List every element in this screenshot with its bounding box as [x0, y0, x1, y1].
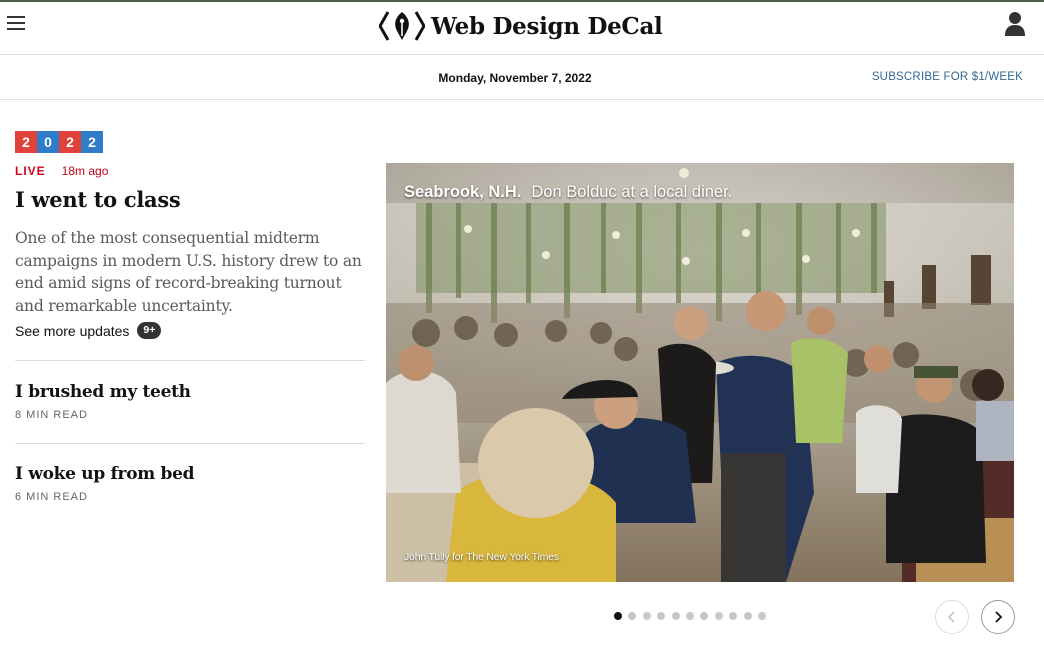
- carousel-dot[interactable]: [685, 612, 694, 620]
- date-bar: Monday, November 7, 2022 SUBSCRIBE FOR $…: [0, 56, 1044, 100]
- story-divider: [15, 443, 365, 444]
- carousel-next-button[interactable]: [981, 600, 1015, 634]
- story-read-time: 6 MIN READ: [15, 491, 88, 503]
- story-read-time: 8 MIN READ: [15, 409, 88, 421]
- photo-credit: John Tully for The New York Times: [404, 551, 559, 563]
- badge-digit: 2: [15, 131, 37, 153]
- lead-summary: One of the most consequential midterm ca…: [15, 229, 362, 315]
- pen-nib-code-icon: [379, 11, 425, 41]
- hamburger-menu-icon[interactable]: [7, 16, 25, 30]
- carousel-dot[interactable]: [671, 612, 680, 620]
- caption-location: Seabrook, N.H.: [404, 183, 522, 201]
- site-title: Web Design DeCal: [431, 12, 663, 40]
- carousel-dot[interactable]: [628, 612, 637, 620]
- see-more-updates-link[interactable]: See more updates 9+: [15, 322, 162, 339]
- see-more-label: See more updates: [15, 322, 130, 339]
- carousel-dot[interactable]: [729, 612, 738, 620]
- carousel-dot[interactable]: [700, 612, 709, 620]
- carousel-dot[interactable]: [743, 612, 752, 620]
- chevron-right-icon: [995, 611, 1003, 623]
- carousel-pagination: [614, 612, 772, 620]
- badge-digit: 2: [81, 131, 103, 153]
- story-divider: [15, 360, 365, 361]
- story-headline[interactable]: I brushed my teeth: [15, 382, 191, 402]
- masthead: Web Design DeCal: [0, 2, 1044, 55]
- site-logo[interactable]: Web Design DeCal: [379, 8, 663, 44]
- hero-photo[interactable]: Seabrook, N.H. Don Bolduc at a local dine…: [386, 163, 1014, 582]
- lead-headline[interactable]: I went to class: [15, 187, 181, 212]
- badge-digit: 2: [59, 131, 81, 153]
- live-label: LIVE: [15, 164, 46, 178]
- subscribe-link[interactable]: SUBSCRIBE FOR $1/WEEK: [872, 71, 1023, 83]
- update-count-badge: 9+: [137, 322, 162, 339]
- carousel-dot[interactable]: [614, 612, 622, 620]
- photo-caption: Seabrook, N.H. Don Bolduc at a local dine…: [404, 183, 732, 202]
- diner-scene-image: [386, 163, 1014, 582]
- user-icon[interactable]: [1004, 11, 1026, 37]
- live-status: LIVE 18m ago: [15, 164, 108, 178]
- election-year-badge: 2 0 2 2: [15, 131, 103, 153]
- carousel-dot[interactable]: [714, 612, 723, 620]
- caption-text: Don Bolduc at a local diner.: [531, 183, 733, 201]
- story-headline[interactable]: I woke up from bed: [15, 464, 195, 484]
- carousel-dot[interactable]: [642, 612, 651, 620]
- carousel-dot[interactable]: [757, 612, 766, 620]
- update-timestamp: 18m ago: [61, 164, 109, 178]
- carousel-dot[interactable]: [657, 612, 666, 620]
- chevron-left-icon: [947, 611, 955, 623]
- badge-digit: 0: [37, 131, 59, 153]
- carousel-prev-button[interactable]: [935, 600, 969, 634]
